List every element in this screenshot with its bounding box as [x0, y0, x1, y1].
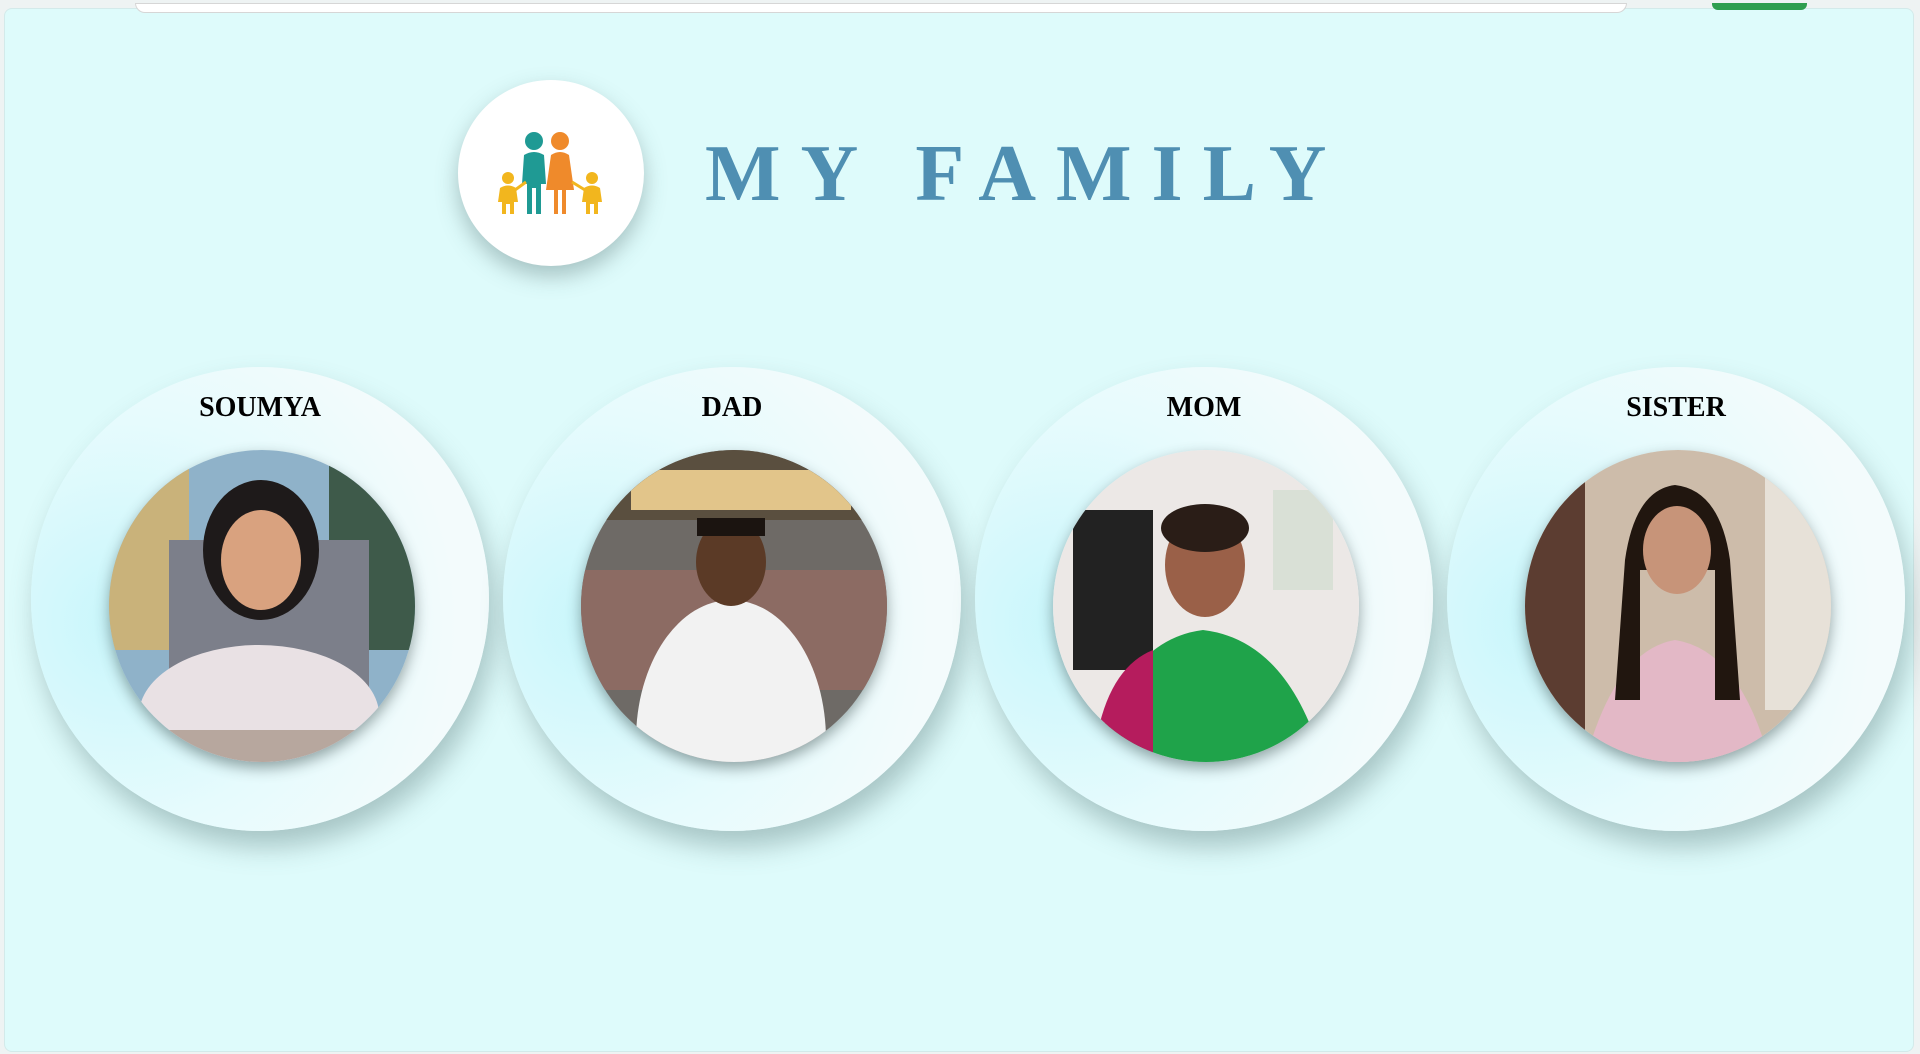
member-photo — [109, 450, 415, 762]
page-title: MY FAMILY — [705, 130, 1347, 218]
logo — [458, 80, 644, 266]
member-card-dad: DAD — [503, 367, 961, 831]
member-card-mom: MOM — [975, 367, 1433, 831]
member-name: MOM — [1166, 392, 1242, 423]
search-button[interactable] — [1712, 3, 1807, 10]
member-photo — [581, 450, 887, 762]
member-photo — [1525, 450, 1831, 762]
search-input[interactable] — [135, 3, 1627, 13]
member-card-soumya: SOUMYA — [31, 367, 489, 831]
portrait-photo-icon — [581, 450, 887, 762]
member-name: SOUMYA — [199, 392, 321, 423]
member-card-sister: SISTER — [1447, 367, 1905, 831]
member-name: SISTER — [1626, 392, 1726, 423]
family-icon — [498, 132, 602, 214]
portrait-photo-icon — [1053, 450, 1359, 762]
portrait-photo-icon — [1525, 450, 1831, 762]
portrait-photo-icon — [109, 450, 415, 762]
member-name: DAD — [701, 392, 763, 423]
member-photo — [1053, 450, 1359, 762]
page-container: MY FAMILY SOUMYA DAD MOM SISTER — [4, 3, 1914, 1052]
